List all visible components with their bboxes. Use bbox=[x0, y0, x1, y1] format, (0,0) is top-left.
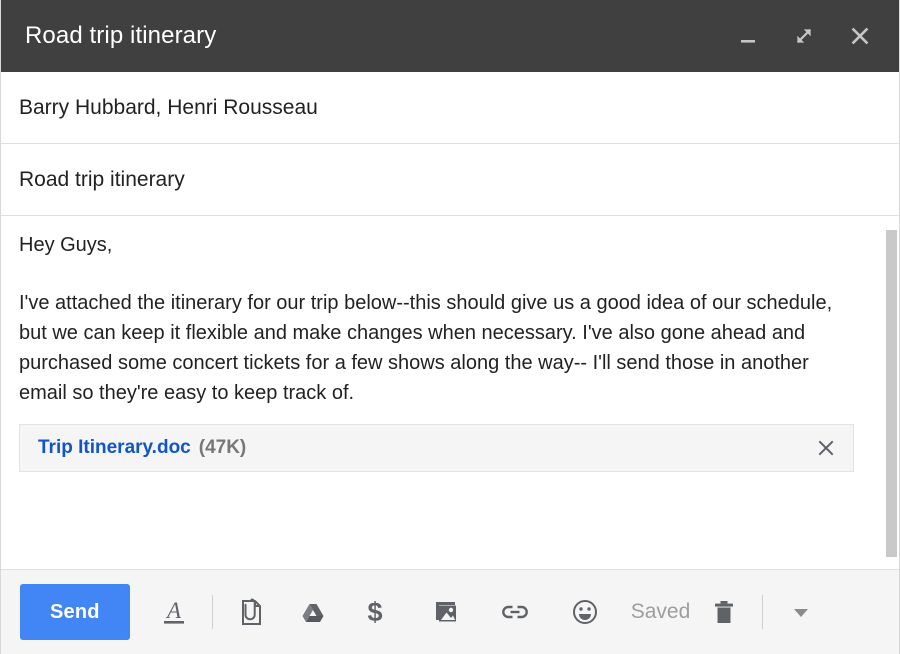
attach-file-icon bbox=[241, 598, 261, 625]
insert-money-button[interactable]: $ bbox=[349, 584, 401, 640]
svg-text:$: $ bbox=[367, 597, 382, 627]
window-titlebar: Road trip itinerary bbox=[1, 0, 899, 72]
body-scrollbar[interactable] bbox=[884, 216, 899, 569]
insert-emoji-button[interactable] bbox=[559, 584, 611, 640]
attach-files-button[interactable] bbox=[225, 584, 277, 640]
recipients-field[interactable]: Barry Hubbard, Henri Rousseau bbox=[1, 72, 899, 144]
expand-icon bbox=[796, 28, 812, 44]
insert-link-button[interactable] bbox=[489, 584, 541, 640]
emoji-icon bbox=[572, 600, 597, 624]
minimize-icon bbox=[741, 40, 755, 43]
more-options-button[interactable] bbox=[775, 584, 827, 640]
compose-window: Road trip itinerary Barry Hubbard, Henri… bbox=[0, 0, 900, 654]
saved-status: Saved bbox=[630, 600, 691, 623]
subject-field[interactable]: Road trip itinerary bbox=[1, 144, 899, 216]
window-title: Road trip itinerary bbox=[25, 22, 217, 49]
attachment-chip[interactable]: Trip Itinerary.doc (47K) bbox=[19, 424, 854, 472]
minimize-button[interactable] bbox=[731, 19, 765, 53]
insert-drive-button[interactable] bbox=[287, 584, 339, 640]
remove-attachment-button[interactable] bbox=[813, 435, 839, 461]
photo-icon bbox=[435, 602, 456, 622]
attachment-size: (47K) bbox=[198, 437, 247, 458]
subject-value: Road trip itinerary bbox=[19, 167, 185, 191]
message-body[interactable]: Hey Guys, I've attached the itinerary fo… bbox=[1, 216, 884, 569]
svg-text:A: A bbox=[165, 598, 182, 623]
recipients-value: Barry Hubbard, Henri Rousseau bbox=[19, 95, 318, 119]
expand-button[interactable] bbox=[787, 19, 821, 53]
insert-photo-button[interactable] bbox=[419, 584, 471, 640]
close-icon bbox=[851, 27, 869, 45]
send-button[interactable]: Send bbox=[20, 584, 130, 640]
discard-draft-button[interactable] bbox=[698, 584, 750, 640]
link-icon bbox=[501, 605, 528, 619]
format-text-icon: A bbox=[163, 598, 184, 624]
close-icon bbox=[818, 440, 834, 456]
attachment-filename[interactable]: Trip Itinerary.doc bbox=[38, 437, 191, 459]
google-drive-icon bbox=[302, 604, 324, 622]
formatting-options-button[interactable]: A bbox=[148, 584, 200, 640]
body-scrollbar-thumb[interactable] bbox=[886, 230, 897, 557]
chevron-down-icon bbox=[794, 609, 809, 617]
message-body-area[interactable]: Hey Guys, I've attached the itinerary fo… bbox=[1, 216, 899, 570]
toolbar-divider bbox=[762, 595, 764, 629]
close-button[interactable] bbox=[843, 19, 877, 53]
toolbar-divider bbox=[211, 595, 213, 629]
body-greeting: Hey Guys, bbox=[19, 234, 113, 256]
window-controls bbox=[731, 19, 877, 53]
body-paragraph: I've attached the itinerary for our trip… bbox=[19, 292, 833, 404]
trash-icon bbox=[715, 601, 734, 623]
compose-toolbar: Send A $ Saved bbox=[1, 570, 899, 654]
dollar-icon: $ bbox=[367, 597, 382, 627]
